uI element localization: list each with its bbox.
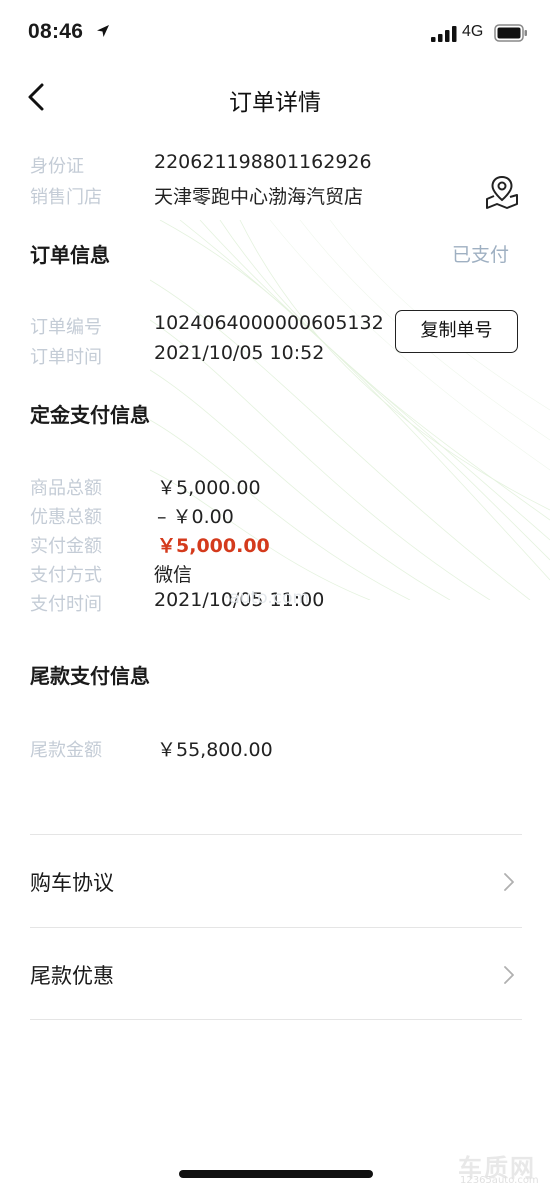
divider (30, 1019, 522, 1020)
battery-icon (494, 24, 527, 42)
order-status-badge: 已支付 (452, 244, 510, 266)
status-bar: 08:46 4G (0, 0, 550, 66)
chevron-right-icon (504, 966, 514, 984)
signal-icon (431, 26, 457, 42)
paid-amount-value: ￥5,000.00 (157, 535, 270, 557)
final-payment-discount-row[interactable]: 尾款优惠 (0, 928, 550, 1020)
order-time-value: 2021/10/05 10:52 (154, 342, 325, 364)
discount-total-value: – ￥0.00 (157, 506, 234, 528)
copy-order-number-button[interactable]: 复制单号 (395, 310, 518, 353)
watermark-logo-url: 12365auto.com (460, 1175, 539, 1186)
payment-method-label: 支付方式 (30, 565, 102, 586)
final-payment-title: 尾款支付信息 (30, 664, 150, 688)
purchase-agreement-label: 购车协议 (30, 871, 114, 895)
payment-time-label: 支付时间 (30, 594, 102, 615)
goods-total-value: ￥5,000.00 (157, 477, 261, 499)
nav-bar: 订单详情 (0, 66, 550, 128)
watermark-text: ·auto.com (224, 588, 310, 608)
watermark-logo: 车质网 12365auto.com (458, 1148, 546, 1188)
chevron-right-icon (504, 873, 514, 891)
discount-total-label: 优惠总额 (30, 507, 102, 528)
store-value: 天津零跑中心渤海汽贸店 (154, 186, 364, 208)
order-number-value: 1024064000000605132 (154, 312, 384, 334)
deposit-info-title: 定金支付信息 (30, 403, 150, 427)
network-type: 4G (462, 23, 484, 40)
final-amount-value: ￥55,800.00 (157, 739, 273, 761)
payment-method-value: 微信 (154, 564, 193, 586)
final-payment-discount-label: 尾款优惠 (30, 964, 114, 988)
id-label: 身份证 (30, 156, 84, 177)
id-value: 220621198801162926 (154, 151, 372, 173)
purchase-agreement-row[interactable]: 购车协议 (0, 835, 550, 927)
goods-total-label: 商品总额 (30, 478, 102, 499)
order-number-label: 订单编号 (30, 317, 102, 338)
status-time: 08:46 (28, 20, 84, 43)
final-amount-label: 尾款金额 (30, 740, 102, 761)
order-time-label: 订单时间 (30, 347, 102, 368)
map-location-icon[interactable] (485, 174, 519, 210)
store-label: 销售门店 (30, 187, 102, 208)
page-title: 订单详情 (229, 90, 321, 116)
paid-amount-label: 实付金额 (30, 536, 102, 557)
order-info-title: 订单信息 (30, 243, 110, 267)
home-indicator[interactable] (179, 1170, 373, 1178)
location-arrow-icon (97, 25, 109, 37)
